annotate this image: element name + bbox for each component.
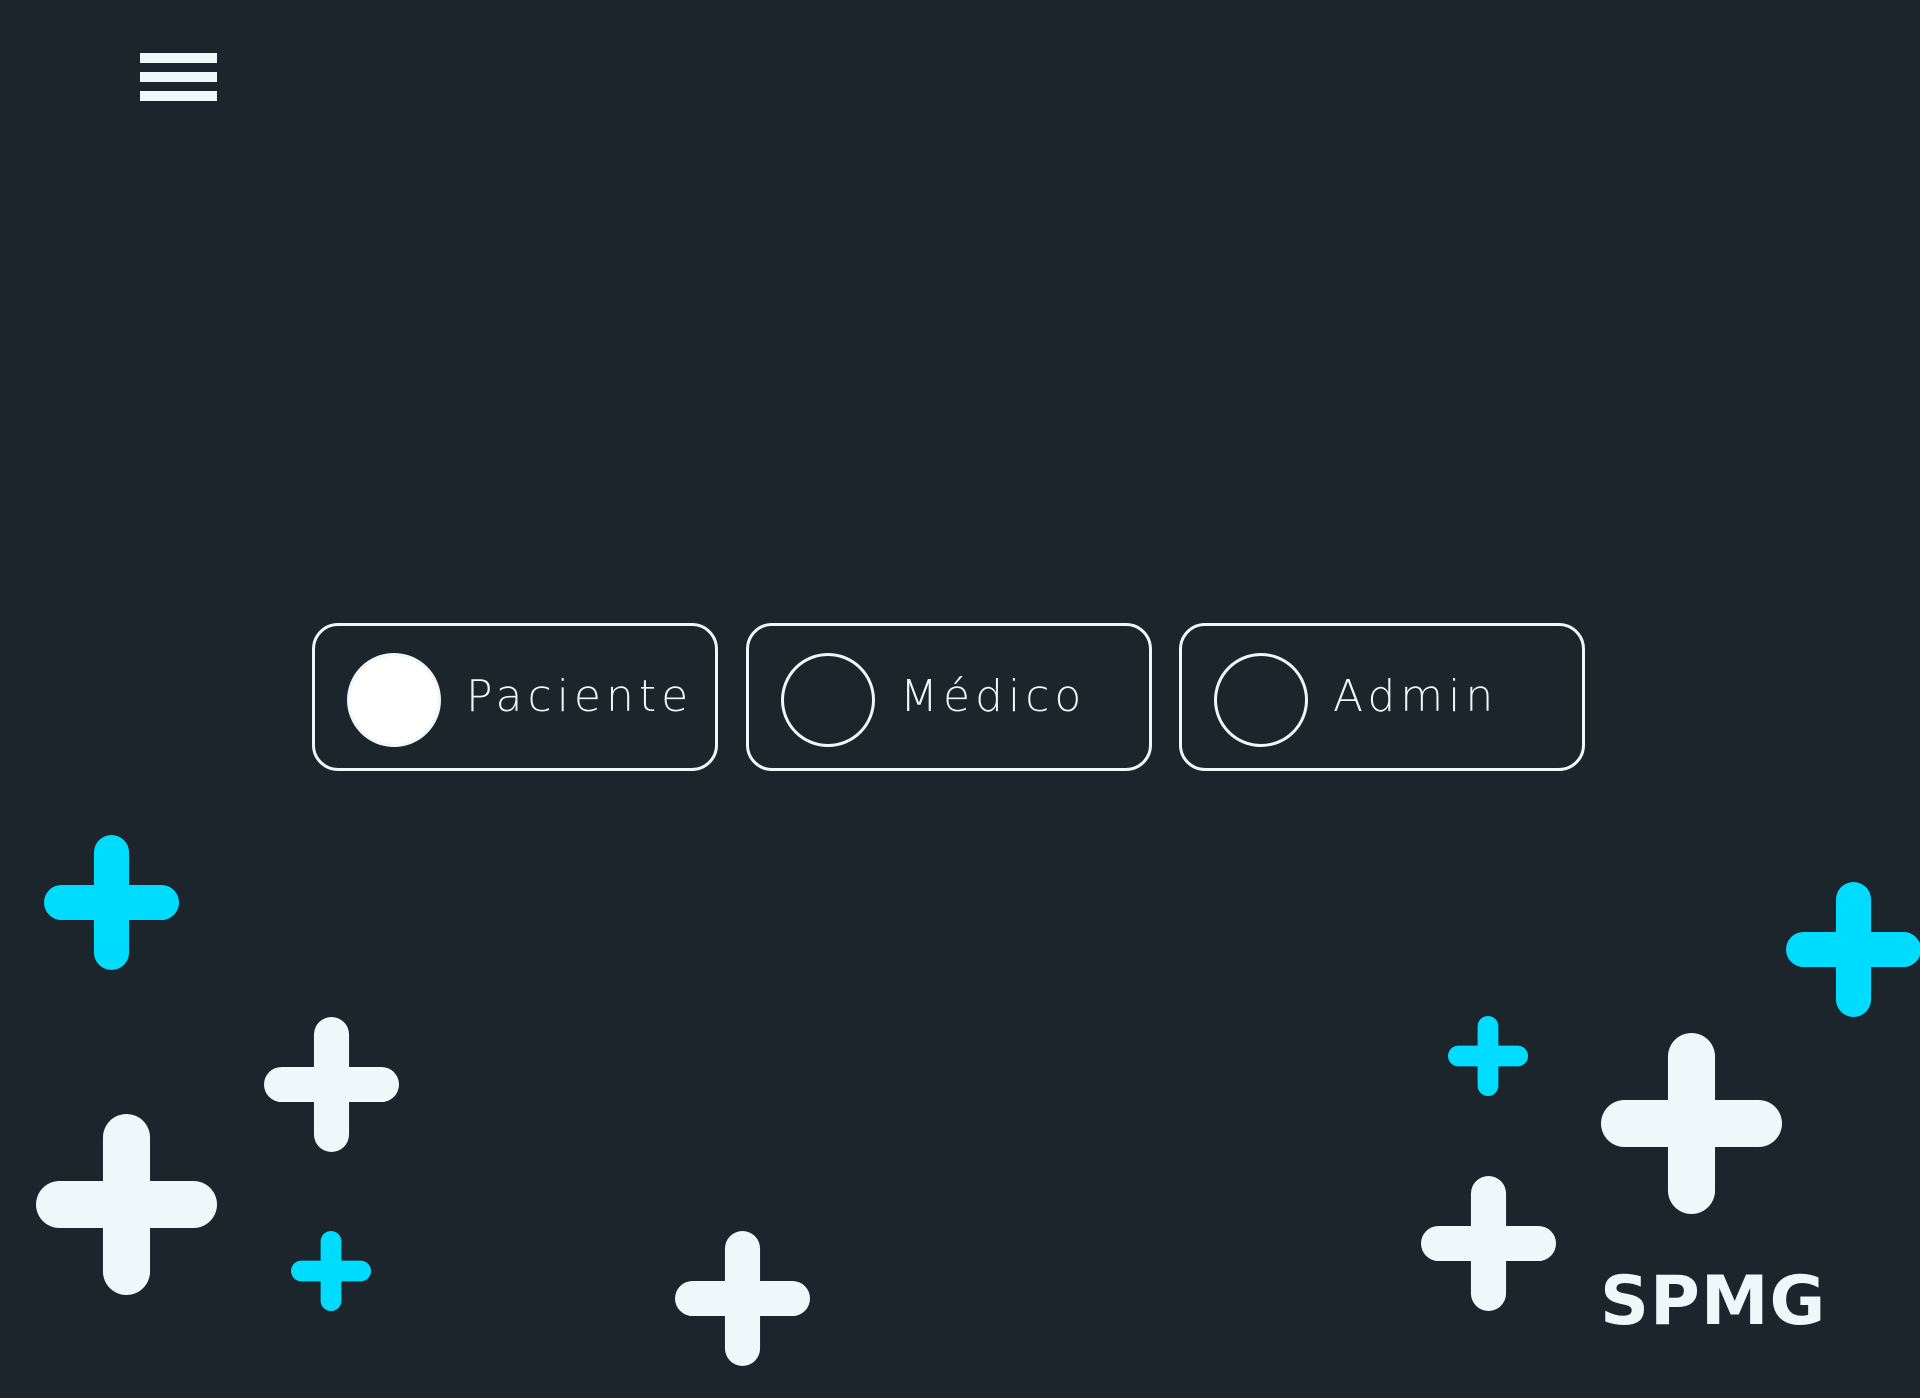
plus-cross-icon xyxy=(1785,881,1920,1017)
plus-cross-icon xyxy=(1600,1032,1782,1214)
role-label: Paciente xyxy=(466,671,694,722)
radio-icon[interactable] xyxy=(1214,653,1308,747)
plus-cross-icon xyxy=(43,834,179,970)
menu-button[interactable] xyxy=(140,53,217,102)
radio-icon[interactable] xyxy=(781,653,875,747)
plus-cross-icon xyxy=(263,1016,399,1152)
radio-selected-icon[interactable] xyxy=(347,653,441,747)
role-label: Admin xyxy=(1333,671,1499,722)
hamburger-icon xyxy=(140,53,217,63)
role-label: Médico xyxy=(900,671,1087,722)
plus-cross-icon xyxy=(290,1230,371,1311)
role-option-paciente[interactable]: Paciente xyxy=(312,623,718,771)
role-option-admin[interactable]: Admin xyxy=(1179,623,1585,771)
plus-cross-icon xyxy=(1420,1175,1556,1311)
hamburger-icon xyxy=(140,72,217,82)
plus-cross-icon xyxy=(1447,1015,1528,1096)
plus-cross-icon xyxy=(674,1230,810,1366)
hamburger-icon xyxy=(140,91,217,101)
plus-cross-icon xyxy=(35,1113,217,1295)
role-option-medico[interactable]: Médico xyxy=(746,623,1152,771)
brand-logo: SPMG xyxy=(1600,1262,1827,1341)
